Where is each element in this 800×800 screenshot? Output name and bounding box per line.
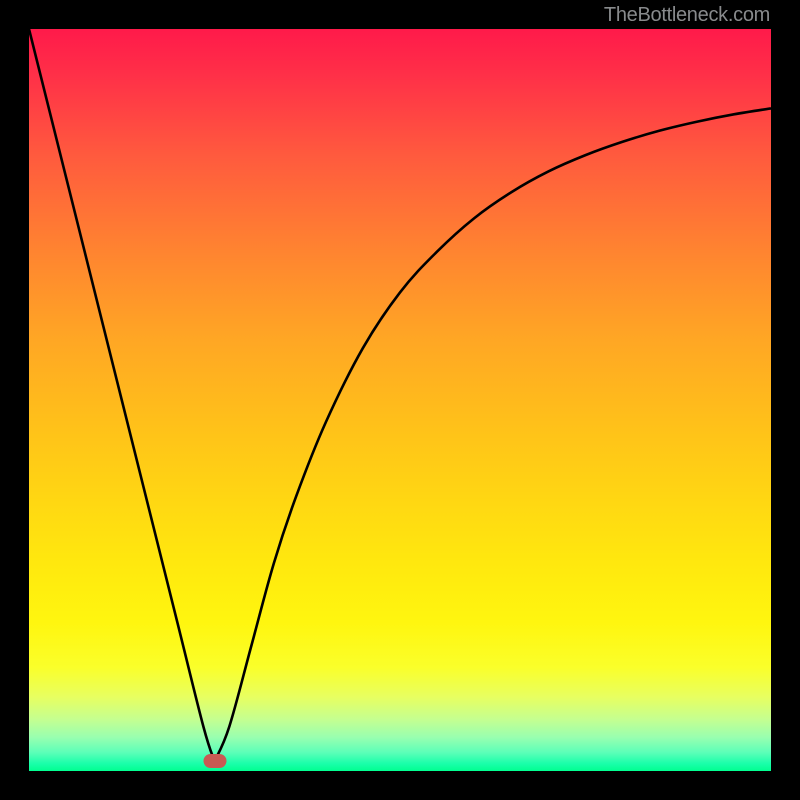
attribution-text: TheBottleneck.com	[604, 4, 770, 27]
plot-area	[29, 29, 771, 771]
chart-frame: TheBottleneck.com	[0, 0, 800, 800]
minimum-marker	[203, 754, 226, 768]
bottleneck-curve	[29, 29, 771, 771]
